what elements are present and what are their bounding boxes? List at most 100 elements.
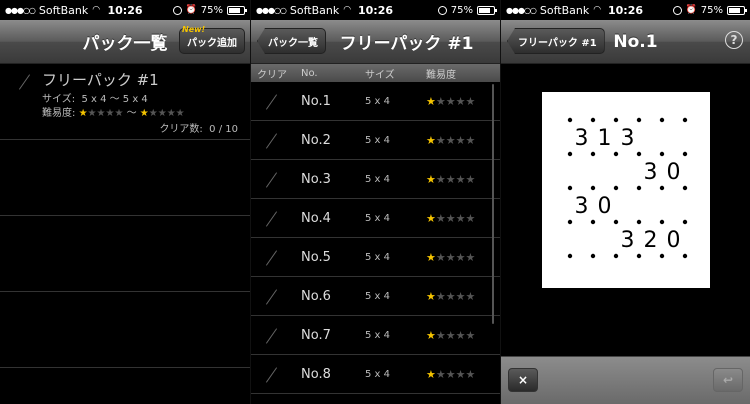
clue-number: 3 (621, 228, 635, 253)
clue-number: 0 (667, 228, 681, 253)
puzzle-board[interactable]: 3 1 33 03 03 2 0 (542, 92, 710, 288)
grid-dot (613, 151, 619, 157)
puzzle-size: 5 x 4 (365, 134, 390, 146)
add-pack-label: パック追加 (187, 37, 237, 49)
clear-count: クリア数: 0 / 10 (159, 120, 238, 135)
clock: 10:26 (357, 3, 393, 17)
col-difficulty: 難易度 (426, 69, 456, 81)
table-header: クリア No. サイズ 難易度 (251, 64, 500, 82)
grid-dot (659, 185, 665, 191)
grid-dot (636, 185, 642, 191)
grid-dot (682, 219, 688, 225)
scroll-indicator (492, 84, 494, 324)
col-no: No. (301, 67, 318, 79)
puzzle-number: No.7 (301, 327, 331, 343)
grid-dot (613, 117, 619, 123)
puzzle-difficulty-stars: ★★★★★ (426, 328, 476, 342)
new-badge: New! (182, 25, 206, 34)
grid-dot (659, 219, 665, 225)
grid-dot (590, 185, 596, 191)
table-row[interactable]: No.3 5 x 4 ★★★★★ (251, 160, 500, 199)
clock: 10:26 (607, 3, 643, 17)
uncleared-mark-icon (265, 94, 278, 110)
status-bar: ●●●○○ SoftBank ◠ 10:26 ⏰ 75% (0, 0, 250, 20)
clue-number: 3 (575, 194, 589, 219)
page-title: No.1 (613, 31, 658, 52)
screen-pack-list: ●●●○○ SoftBank ◠ 10:26 ⏰ 75% パック一覧 New! … (0, 0, 250, 404)
grid-dot (659, 253, 665, 259)
uncleared-mark-icon (265, 367, 278, 383)
puzzle-number: No.2 (301, 132, 331, 148)
grid-dot (636, 253, 642, 259)
puzzle-number: No.1 (301, 93, 331, 109)
puzzle-table: No.1 5 x 4 ★★★★★ No.2 5 x 4 ★★★★★ No.3 5 x 4 ★★★… (251, 82, 500, 394)
pack-meta: サイズ: 5 x 4 〜 5 x 4 難易度: ★★★★★ 〜 ★★★★★ (42, 93, 250, 121)
grid-dot (682, 151, 688, 157)
puzzle-difficulty-stars: ★★★★★ (426, 172, 476, 186)
pack-name: フリーパック #1 (42, 71, 159, 89)
table-row[interactable]: No.4 5 x 4 ★★★★★ (251, 199, 500, 238)
clue-number: 2 (644, 228, 658, 253)
grid-dot (659, 151, 665, 157)
grid-dot (659, 117, 665, 123)
help-icon[interactable]: ? (725, 31, 743, 49)
clue-number: 3 (575, 126, 589, 151)
grid-dot (567, 185, 573, 191)
bottom-toolbar: × ↩ (501, 356, 750, 404)
difficulty-label: 難易度: (42, 108, 76, 119)
grid-dot (682, 253, 688, 259)
difficulty-min-stars: ★★★★★ (78, 108, 124, 119)
grid-dot (590, 151, 596, 157)
puzzle-difficulty-stars: ★★★★★ (426, 133, 476, 147)
table-row[interactable]: No.5 5 x 4 ★★★★★ (251, 238, 500, 277)
grid-dot (590, 253, 596, 259)
puzzle-difficulty-stars: ★★★★★ (426, 211, 476, 225)
empty-row (0, 216, 250, 292)
difficulty-max-stars: ★★★★★ (139, 108, 185, 119)
puzzle-number: No.4 (301, 210, 331, 226)
close-button[interactable]: × (508, 368, 538, 392)
uncleared-mark-icon (265, 289, 278, 305)
battery-icon (727, 5, 747, 15)
nav-bar: パック一覧 フリーパック #1 (251, 20, 500, 64)
grid-dot (636, 151, 642, 157)
uncleared-mark-icon (265, 211, 278, 227)
grid-dot (682, 185, 688, 191)
clue-number: 3 (644, 160, 658, 185)
grid-dot (613, 219, 619, 225)
grid-dot (567, 253, 573, 259)
grid-dot (613, 253, 619, 259)
battery-icon (227, 5, 247, 15)
grid-dot (567, 117, 573, 123)
puzzle-difficulty-stars: ★★★★★ (426, 289, 476, 303)
undo-button[interactable]: ↩ (713, 368, 743, 392)
puzzle-size: 5 x 4 (365, 290, 390, 302)
puzzle-number: No.6 (301, 288, 331, 304)
clear-value: 0 / 10 (209, 124, 238, 135)
clear-label: クリア数: (159, 124, 203, 135)
puzzle-size: 5 x 4 (365, 95, 390, 107)
grid-dot (636, 117, 642, 123)
back-button[interactable]: パック一覧 (257, 28, 326, 54)
battery-icon (477, 5, 497, 15)
puzzle-number: No.8 (301, 366, 331, 382)
table-row[interactable]: No.6 5 x 4 ★★★★★ (251, 277, 500, 316)
grid-dot (682, 117, 688, 123)
back-button[interactable]: フリーパック #1 (507, 28, 605, 54)
pack-row[interactable]: フリーパック #1 サイズ: 5 x 4 〜 5 x 4 難易度: ★★★★★ … (0, 64, 250, 140)
screen-puzzle: ●●●○○ SoftBank ◠ 10:26 ⏰ 75% フリーパック #1 N… (500, 0, 750, 404)
add-pack-button[interactable]: New! パック追加 (179, 25, 245, 54)
grid-dot (567, 219, 573, 225)
table-row[interactable]: No.1 5 x 4 ★★★★★ (251, 82, 500, 121)
status-bar: ●●●○○ SoftBank ◠ 10:26 ⏰ 75% (501, 0, 750, 20)
table-row[interactable]: No.7 5 x 4 ★★★★★ (251, 316, 500, 355)
difficulty-separator: 〜 (126, 108, 137, 119)
grid-dot (590, 117, 596, 123)
table-row[interactable]: No.8 5 x 4 ★★★★★ (251, 355, 500, 394)
table-row[interactable]: No.2 5 x 4 ★★★★★ (251, 121, 500, 160)
size-value: 5 x 4 〜 5 x 4 (81, 94, 148, 105)
uncleared-mark-icon (265, 250, 278, 266)
clue-number: 3 (621, 126, 635, 151)
empty-row (0, 292, 250, 368)
empty-row (0, 140, 250, 216)
